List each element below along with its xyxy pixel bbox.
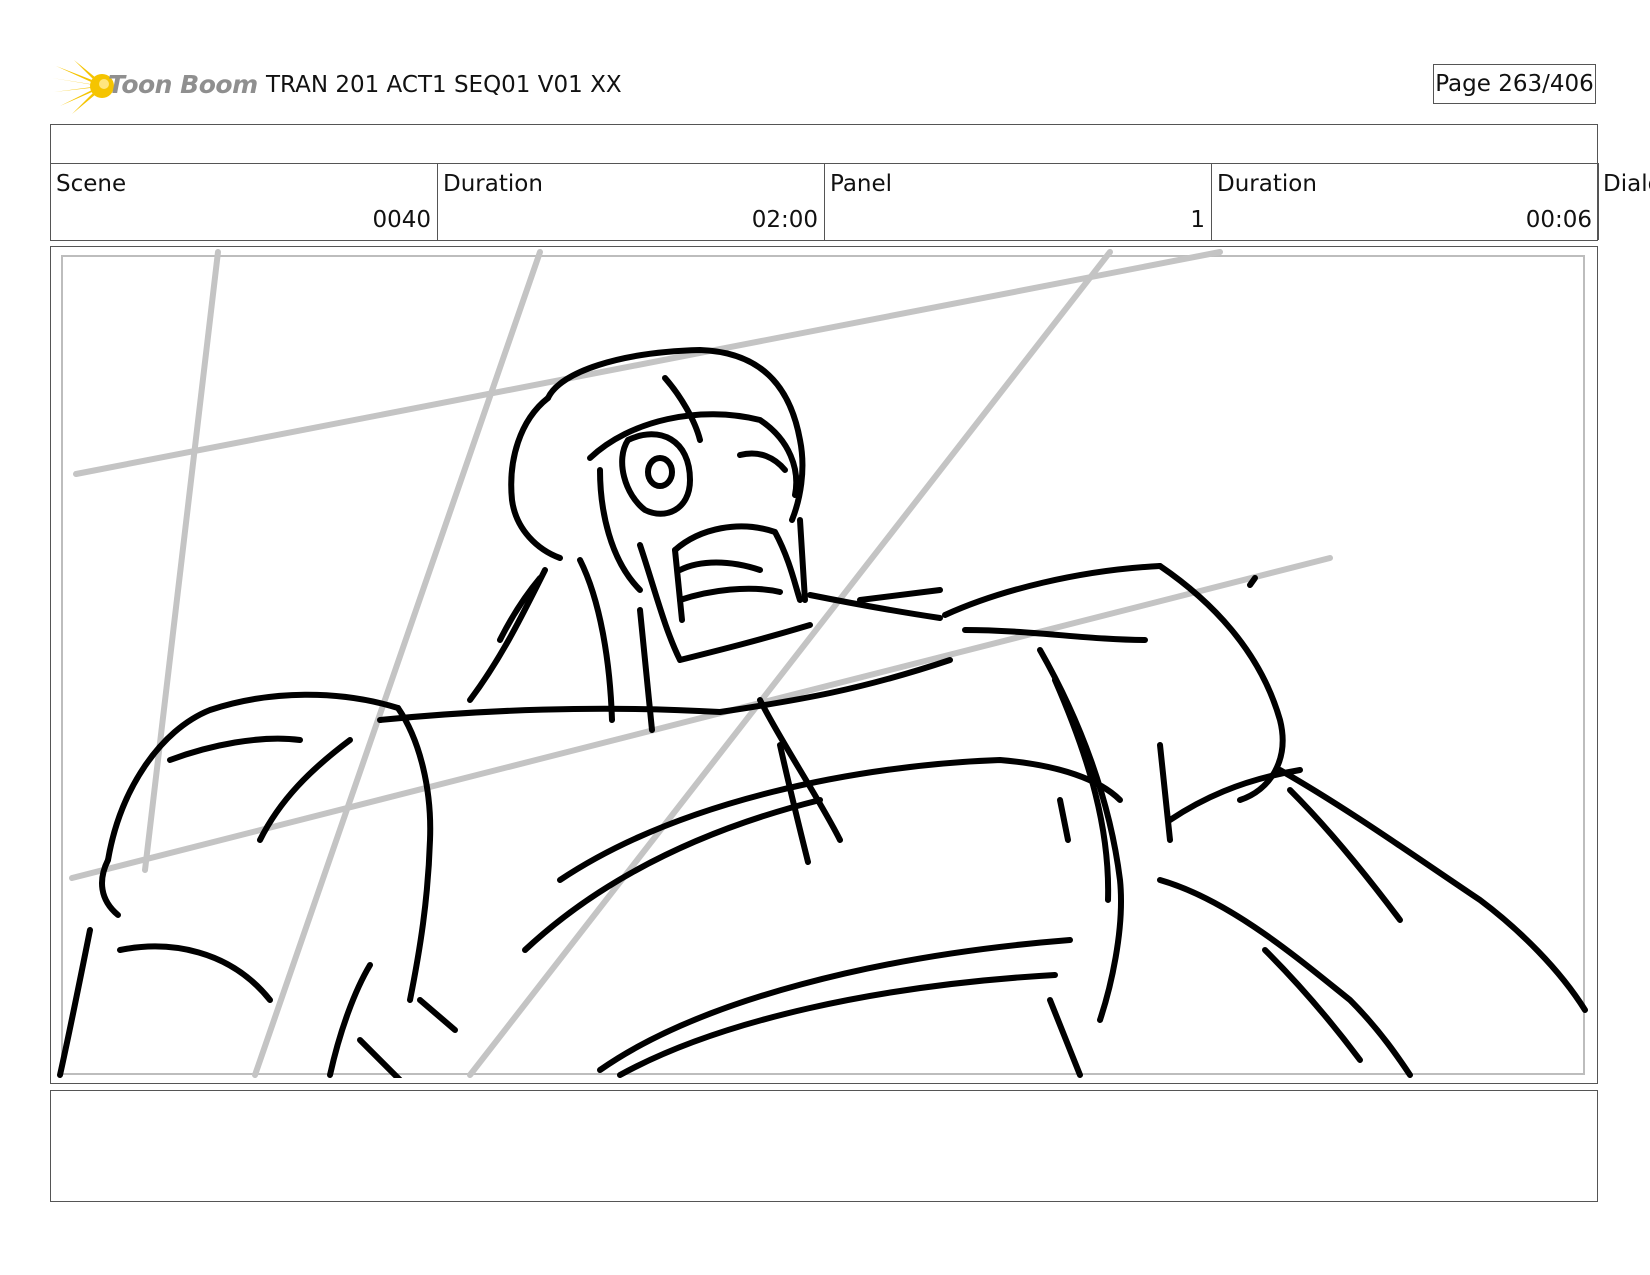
scene-label: Scene	[56, 171, 127, 197]
dialog-label: Dialo	[1603, 171, 1650, 197]
panel-duration-value: 00:06	[1525, 207, 1592, 233]
brand-name: Toon Boom	[108, 70, 258, 99]
perspective-guides	[69, 249, 1333, 1078]
scene-cell: Scene 0040	[51, 163, 438, 240]
storyboard-sketch	[57, 249, 1588, 1078]
scene-duration-label: Duration	[443, 171, 543, 197]
panel-value: 1	[1190, 207, 1205, 233]
panel-label: Panel	[830, 171, 893, 197]
panel-info-row: Scene 0040 Duration 02:00 Panel 1 Durati…	[50, 163, 1599, 241]
panel-cell: Panel 1	[825, 163, 1212, 240]
panel-duration-cell: Duration 00:06	[1212, 163, 1599, 240]
scene-value: 0040	[372, 207, 431, 233]
top-strip	[50, 124, 1598, 164]
panel-duration-label: Duration	[1217, 171, 1317, 197]
page-indicator: Page 263/406	[1433, 64, 1596, 104]
document-title: TRAN 201 ACT1 SEQ01 V01 XX	[266, 72, 622, 98]
scene-duration-value: 02:00	[751, 207, 818, 233]
panel-notes-box	[50, 1090, 1598, 1202]
scene-duration-cell: Duration 02:00	[438, 163, 825, 240]
